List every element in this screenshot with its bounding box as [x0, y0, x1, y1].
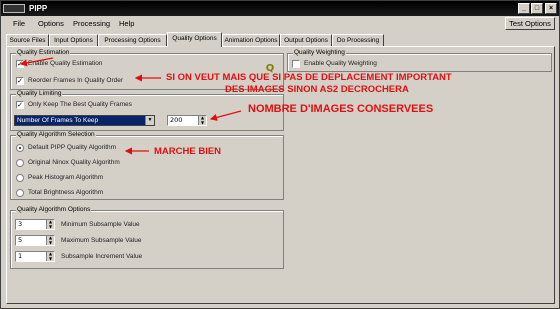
annotation-arrows [19, 57, 242, 155]
arrow-to-enable-estimation [19, 57, 54, 67]
tab-quality-options[interactable]: Quality Options [167, 32, 222, 47]
annotation-line1: SI ON VEUT MAIS QUE SI PAS DE DEPLACEMEN… [166, 72, 452, 83]
app-window: PIPP _ □ × File Options Processing Help … [0, 0, 560, 309]
annotation-line2: DES IMAGES SINON AS2 DECROCHERA [225, 84, 409, 95]
annotation-algo-note: MARCHE BIEN [154, 146, 222, 157]
annotation-frames-note: NOMBRE D'IMAGES CONSERVEES [248, 103, 434, 115]
arrow-to-frames-stepper [209, 110, 242, 121]
